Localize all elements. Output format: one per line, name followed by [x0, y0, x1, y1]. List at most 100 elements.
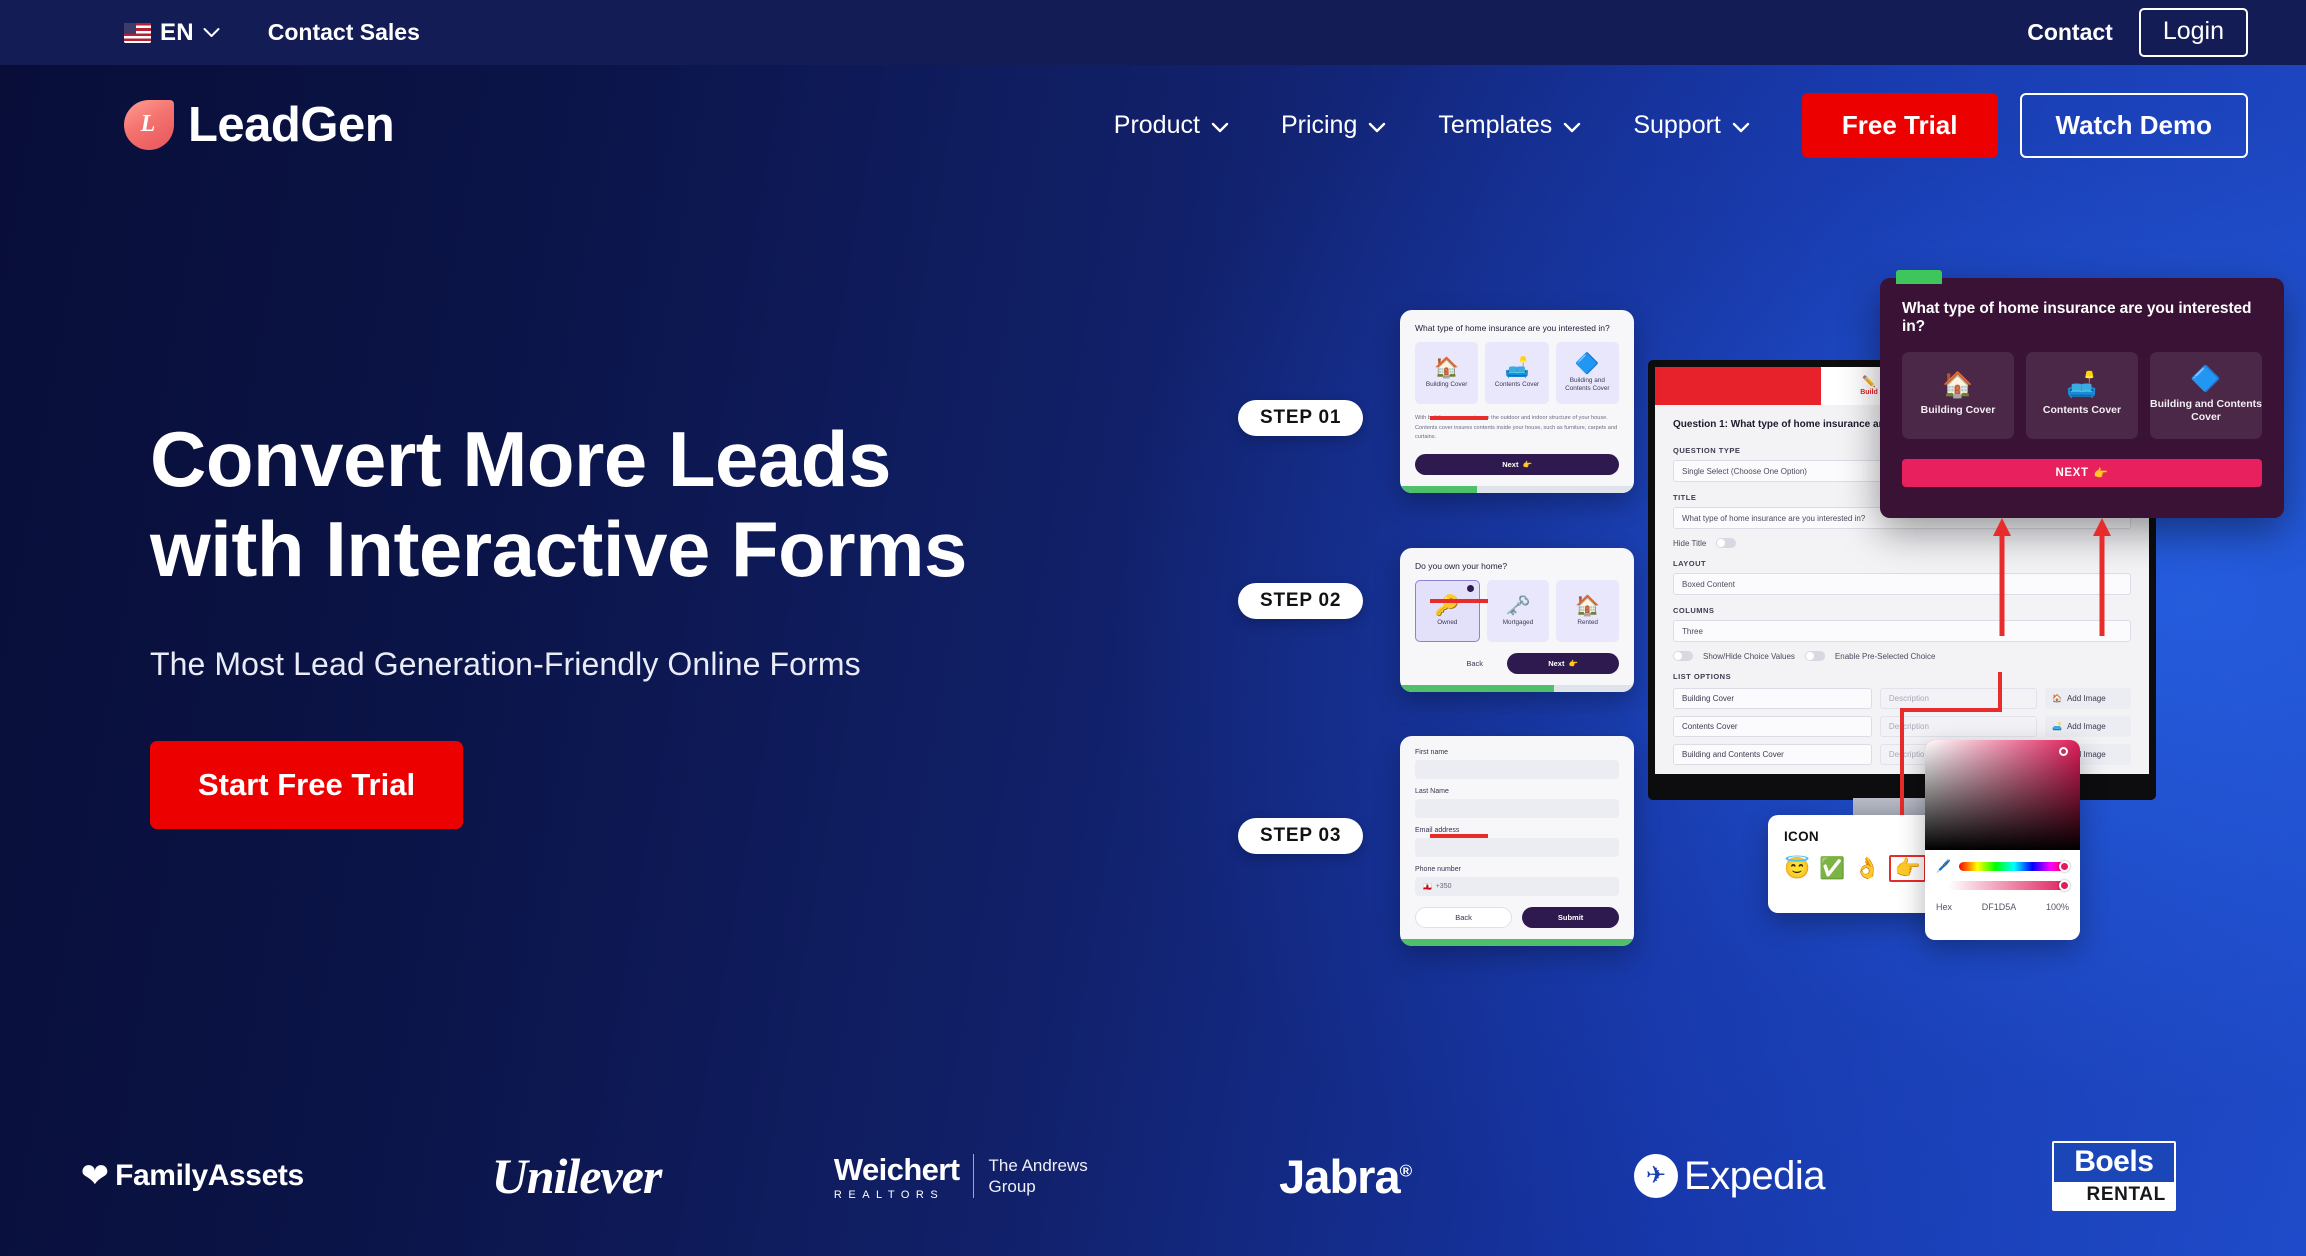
key-money-icon: 🗝️ — [1505, 594, 1531, 617]
step-pill-label: STEP 01 — [1260, 407, 1342, 428]
brand-side-line-2: Group — [988, 1177, 1036, 1196]
angel-face-icon[interactable]: 😇 — [1784, 858, 1810, 879]
step-2-buttons: Back Next 👉 — [1415, 653, 1619, 674]
email-field[interactable] — [1415, 838, 1619, 857]
option-label: Owned — [1437, 618, 1458, 626]
step-1-option-contents-cover[interactable]: 🛋️ Contents Cover — [1485, 342, 1549, 404]
us-flag-icon — [124, 22, 151, 43]
nav-label: Templates — [1438, 110, 1553, 139]
step-1-next-button[interactable]: Next 👉 — [1415, 453, 1619, 475]
phone-field[interactable]: 🇬🇮 +350 — [1415, 877, 1619, 896]
preview-next-button[interactable]: NEXT 👉 — [1902, 459, 2262, 487]
layout-value: Boxed Content — [1682, 579, 1735, 589]
enable-preselected-choice-toggle[interactable] — [1804, 651, 1825, 661]
check-mark-icon[interactable]: ✅ — [1819, 858, 1845, 879]
color-picker-controls: 🖊️ • — [1925, 850, 2080, 891]
step-3-submit-button[interactable]: Submit — [1522, 907, 1619, 928]
color-format-select[interactable]: Hex — [1936, 902, 1952, 912]
step-2-progress-bar — [1400, 685, 1634, 692]
color-gradient-area[interactable] — [1925, 740, 2080, 850]
step-1-option-building-cover[interactable]: 🏠 Building Cover — [1415, 342, 1479, 404]
country-flag-icon: 🇬🇮 — [1423, 883, 1432, 891]
eyedropper-icon[interactable]: 🖊️ — [1936, 860, 1951, 872]
watch-demo-button[interactable]: Watch Demo — [2019, 92, 2248, 158]
pointing-right-icon: 👉 — [1522, 459, 1532, 469]
start-free-trial-button[interactable]: Start Free Trial — [150, 741, 464, 830]
hex-value[interactable]: DF1D5A — [1982, 902, 2017, 912]
step-2-option-owned[interactable]: 🔑 Owned — [1415, 580, 1480, 642]
main-header: L LeadGen Product Pricing Templates Supp… — [0, 65, 2306, 185]
brand-jabra: Jabra® — [1153, 1149, 1537, 1204]
preview-green-tab — [1896, 270, 1942, 284]
hue-slider-knob[interactable] — [2059, 860, 2070, 872]
option-label: Building and Contents Cover — [1565, 376, 1610, 392]
step-1-option-building-and-contents-cover[interactable]: 🔷 Building and Contents Cover — [1555, 342, 1619, 404]
language-selector[interactable]: EN — [124, 19, 220, 47]
nav-item-product[interactable]: Product — [1114, 111, 1229, 140]
preview-option-building-and-contents-cover[interactable]: 🔷 Building and Contents Cover — [2150, 352, 2262, 439]
pointing-right-icon: 👉 — [1568, 659, 1578, 668]
brand-expedia: ✈ Expedia — [1537, 1154, 1921, 1199]
form-preview-card: What type of home insurance are you inte… — [1880, 270, 2284, 518]
brand-boels: Boels RENTAL — [1922, 1141, 2306, 1211]
heart-icon: ❤ — [80, 1157, 110, 1195]
nav-item-templates[interactable]: Templates — [1438, 111, 1581, 140]
contact-sales-link[interactable]: Contact Sales — [268, 19, 420, 46]
hero-illustration: ✏️ Build Question 1: What type of home i… — [1238, 270, 2290, 960]
step-2-option-rented[interactable]: 🏠 Rented — [1556, 580, 1620, 642]
step-2-option-mortgaged[interactable]: 🗝️ Mortgaged — [1486, 580, 1550, 642]
opacity-value[interactable]: 100% — [2046, 902, 2069, 912]
option-label: Mortgaged — [1502, 618, 1534, 626]
add-image-label: Add Image — [2066, 722, 2106, 731]
topbar-right-group: Contact Login — [2027, 8, 2248, 57]
last-name-field[interactable] — [1415, 799, 1619, 818]
contact-link[interactable]: Contact — [2027, 19, 2113, 46]
option-label: Building Cover — [1920, 404, 1996, 417]
ok-hand-icon[interactable]: 👌 — [1854, 858, 1880, 879]
add-image-label: Add Image — [2066, 694, 2106, 703]
step-3-back-button[interactable]: Back — [1415, 907, 1513, 928]
add-image-button[interactable]: 🏠 Add Image — [2045, 688, 2131, 709]
airplane-icon: ✈ — [1633, 1154, 1678, 1198]
brand-unilever: Unilever — [384, 1147, 768, 1205]
sofa-icon: 🛋️ — [1504, 356, 1530, 379]
step-2-back-button[interactable]: Back — [1452, 653, 1497, 674]
option-label: Contents Cover — [2042, 404, 2122, 417]
brand-weichert: Weichert REALTORS The Andrews Group — [769, 1152, 1153, 1201]
free-trial-button[interactable]: Free Trial — [1801, 92, 1998, 158]
hue-slider[interactable] — [1958, 860, 2070, 872]
brand-name: Jabra — [1279, 1149, 1400, 1203]
show-hide-choice-values-toggle[interactable] — [1673, 651, 1693, 661]
house-icon: 🏠 — [1575, 594, 1601, 617]
hide-title-toggle[interactable] — [1716, 538, 1737, 548]
opacity-slider[interactable] — [1948, 879, 2070, 891]
next-label: NEXT — [2055, 467, 2089, 479]
nav-item-support[interactable]: Support — [1633, 111, 1750, 140]
brand-familyassets: ❤ FamilyAssets — [0, 1159, 384, 1193]
pointing-right-icon: 👉 — [2093, 468, 2109, 480]
step-2-connector-line — [1430, 599, 1488, 603]
step-3-progress-bar — [1400, 939, 1634, 946]
brand-subtitle: RENTAL — [2053, 1182, 2174, 1209]
color-selector-handle[interactable] — [2059, 747, 2068, 756]
topbar-left-group: EN Contact Sales — [124, 19, 420, 47]
add-image-button[interactable]: 🛋️ Add Image — [2045, 716, 2131, 737]
first-name-field[interactable] — [1415, 760, 1619, 779]
option-label: Rented — [1577, 618, 1598, 626]
brand-subtitle: REALTORS — [833, 1188, 945, 1201]
nav-item-pricing[interactable]: Pricing — [1281, 111, 1386, 140]
step-3-form-card: First name Last Name Email address Phone… — [1400, 736, 1634, 946]
enable-preselected-choice-label: Enable Pre-Selected Choice — [1834, 651, 1936, 661]
login-button[interactable]: Login — [2138, 8, 2248, 57]
preview-option-building-cover[interactable]: 🏠 Building Cover — [1902, 352, 2014, 439]
preview-option-contents-cover[interactable]: 🛋️ Contents Cover — [2026, 352, 2138, 439]
step-2-next-button[interactable]: Next 👉 — [1507, 653, 1619, 674]
chevron-down-icon — [203, 27, 220, 38]
utility-top-bar: EN Contact Sales Contact Login — [0, 0, 2306, 65]
opacity-slider-knob[interactable] — [2059, 879, 2070, 891]
registered-mark-icon: ® — [1399, 1160, 1412, 1180]
selected-check-icon — [1466, 585, 1474, 592]
leadgen-logo[interactable]: L LeadGen — [124, 97, 395, 153]
columns-value: Three — [1682, 626, 1703, 636]
pointing-right-icon[interactable]: 👉 — [1889, 855, 1926, 882]
